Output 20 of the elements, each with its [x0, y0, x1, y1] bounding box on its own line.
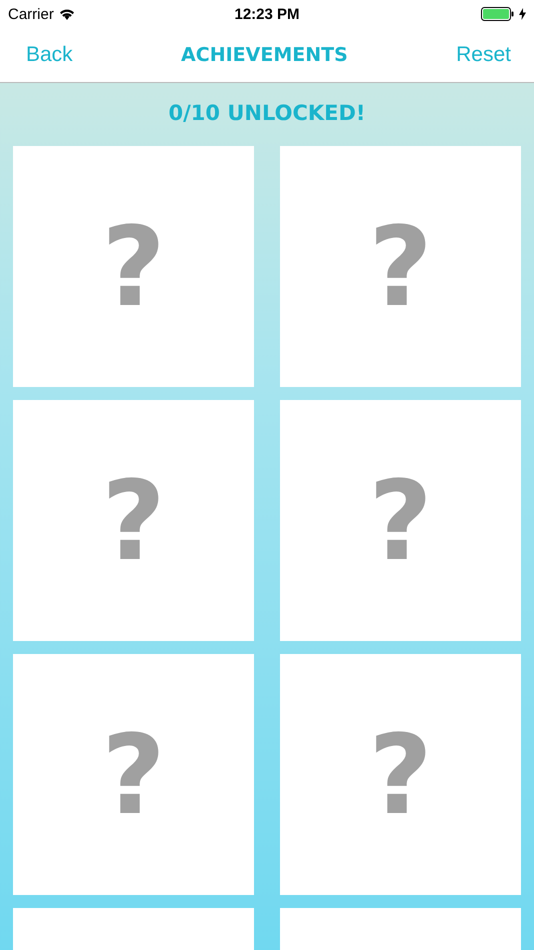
clock-time: 12:23 PM [234, 6, 300, 22]
achievement-card[interactable]: ? [13, 146, 254, 387]
achievement-card[interactable]: ? [280, 146, 521, 387]
question-mark: ? [102, 466, 166, 576]
question-mark: ? [368, 466, 432, 576]
carrier-name: Carrier [8, 6, 54, 22]
achievement-card[interactable]: ? [280, 400, 521, 641]
question-mark: ? [102, 212, 166, 322]
battery-icon [481, 7, 514, 21]
screen-title: ACHIEVEMENTS [181, 44, 348, 66]
question-mark: ? [368, 212, 432, 322]
achievement-card[interactable]: ? [13, 654, 254, 895]
wifi-icon [58, 8, 75, 20]
back-button[interactable]: Back [16, 39, 83, 71]
question-mark: ? [368, 720, 432, 830]
question-mark: ? [102, 720, 166, 830]
unlocked-count: 0/10 UNLOCKED! [168, 100, 366, 127]
achievement-card[interactable]: ? [13, 400, 254, 641]
achievement-card[interactable]: ? [280, 654, 521, 895]
reset-button[interactable]: Reset [446, 39, 521, 71]
